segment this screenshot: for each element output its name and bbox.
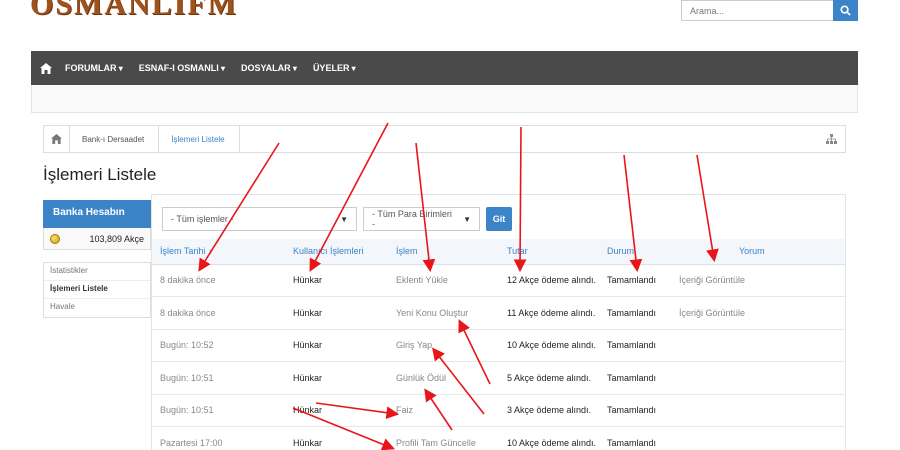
page-title: İşlemeri Listele [43,165,157,184]
cell-amount: 3 Akçe ödeme alındı. [499,394,599,427]
type-filter-value: - Tüm işlemler - [171,214,234,224]
table-row: Pazartesi 17:00 Hünkar Profili Tam Günce… [152,426,845,450]
cell-date: Bugün: 10:52 [152,329,285,362]
cell-date: 8 dakika önce [152,264,285,297]
cell-amount: 11 Akçe ödeme alındı. [499,296,599,330]
transactions-panel: - Tüm işlemler - ▼ - Tüm Para Birimleri … [151,194,846,450]
search-button[interactable] [833,0,858,21]
cell-date: Bugün: 10:51 [152,394,285,427]
cell-comment [671,394,845,427]
cell-status: Tamamlandı [599,361,671,395]
sub-navbar [31,85,858,113]
cell-amount: 5 Akçe ödeme alındı. [499,361,599,395]
cell-amount: 12 Akçe ödeme alındı. [499,264,599,297]
cell-comment[interactable]: İçeriği Görüntüle [671,296,845,330]
cell-action: Profili Tam Güncelle [388,426,499,450]
nav-esnaf[interactable]: ESNAF-I OSMANLI [139,63,225,73]
table-header-row: İşlem Tarihi ↓ Kullanıcı İşlemleri İşlem… [152,239,845,265]
main-navbar: FORUMLAR ESNAF-I OSMANLI DOSYALAR ÜYELER [31,51,858,85]
cell-user[interactable]: Hünkar [285,264,388,297]
nav-forumlar[interactable]: FORUMLAR [65,63,123,73]
search-box [681,0,858,21]
breadcrumb: Bank-ı Dersaadet İşlemeri Listele [43,125,846,153]
cell-comment [671,329,845,362]
column-header-status[interactable]: Durum [599,239,671,265]
sidebar-item-transfer[interactable]: Havale [44,299,150,317]
column-header-comment[interactable]: Yorum [671,239,845,265]
column-header-user[interactable]: Kullanıcı İşlemleri [285,239,388,265]
nav-dosyalar[interactable]: DOSYALAR [241,63,297,73]
breadcrumb-bank[interactable]: Bank-ı Dersaadet [70,126,160,152]
column-header-date[interactable]: İşlem Tarihi ↓ [152,239,285,265]
cell-user[interactable]: Hünkar [285,296,388,330]
table-row: 8 dakika önce Hünkar Eklenti Yükle 12 Ak… [152,264,845,297]
balance-amount: 103,809 Akçe [89,233,144,244]
nav-home-button[interactable] [39,51,53,85]
cell-date: 8 dakika önce [152,296,285,330]
cell-comment [671,361,845,395]
filter-bar: - Tüm işlemler - ▼ - Tüm Para Birimleri … [162,207,512,231]
cell-action: Giriş Yap [388,329,499,362]
breadcrumb-home[interactable] [44,126,70,152]
sidebar-item-transactions[interactable]: İşlemeri Listele [44,281,150,299]
currency-filter-value: - Tüm Para Birimleri - [372,209,452,229]
sidebar-menu: İstatistikler İşlemeri Listele Havale [43,262,151,318]
cell-comment [671,426,845,450]
home-icon [51,134,62,144]
cell-amount: 10 Akçe ödeme alındı. [499,426,599,450]
sidebar-title: Banka Hesabın [43,200,151,228]
currency-filter-select[interactable]: - Tüm Para Birimleri - ▼ [363,207,480,231]
cell-action: Yeni Konu Oluştur [388,296,499,330]
chevron-down-icon: ▼ [340,214,348,224]
go-button[interactable]: Git [486,207,512,231]
cell-action: Eklenti Yükle [388,264,499,297]
cell-status: Tamamlandı [599,394,671,427]
cell-action: Faiz [388,394,499,427]
breadcrumb-current[interactable]: İşlemeri Listele [159,126,240,152]
cell-status: Tamamlandı [599,329,671,362]
home-icon [40,62,52,74]
sidebar-item-statistics[interactable]: İstatistikler [44,263,150,281]
search-icon [840,5,851,16]
table-row: Bugün: 10:52 Hünkar Giriş Yap 10 Akçe öd… [152,329,845,362]
cell-user[interactable]: Hünkar [285,329,388,362]
cell-action: Günlük Ödül [388,361,499,395]
cell-user[interactable]: Hünkar [285,361,388,395]
column-header-action[interactable]: İşlem [388,239,499,265]
table-row: Bugün: 10:51 Hünkar Günlük Ödül 5 Akçe ö… [152,361,845,395]
table-row: Bugün: 10:51 Hünkar Faiz 3 Akçe ödeme al… [152,394,845,427]
sidebar: Banka Hesabın 103,809 Akçe İstatistikler… [43,200,151,318]
nav-uyeler[interactable]: ÜYELER [313,63,356,73]
table-row: 8 dakika önce Hünkar Yeni Konu Oluştur 1… [152,296,845,330]
sitemap-icon[interactable] [826,134,837,146]
cell-date: Bugün: 10:51 [152,361,285,395]
site-logo[interactable]: OSMANLIFM [30,0,238,22]
column-header-amount[interactable]: Tutar [499,239,599,265]
cell-user[interactable]: Hünkar [285,394,388,427]
cell-amount: 10 Akçe ödeme alındı. [499,329,599,362]
cell-user[interactable]: Hünkar [285,426,388,450]
type-filter-select[interactable]: - Tüm işlemler - ▼ [162,207,357,231]
cell-status: Tamamlandı [599,296,671,330]
transactions-table: İşlem Tarihi ↓ Kullanıcı İşlemleri İşlem… [152,239,845,450]
search-input[interactable] [681,0,833,21]
cell-status: Tamamlandı [599,426,671,450]
coin-icon [50,233,60,244]
cell-comment[interactable]: İçeriği Görüntüle [671,264,845,297]
balance-row: 103,809 Akçe [43,228,151,250]
chevron-down-icon: ▼ [463,214,471,224]
cell-status: Tamamlandı [599,264,671,297]
cell-date: Pazartesi 17:00 [152,426,285,450]
